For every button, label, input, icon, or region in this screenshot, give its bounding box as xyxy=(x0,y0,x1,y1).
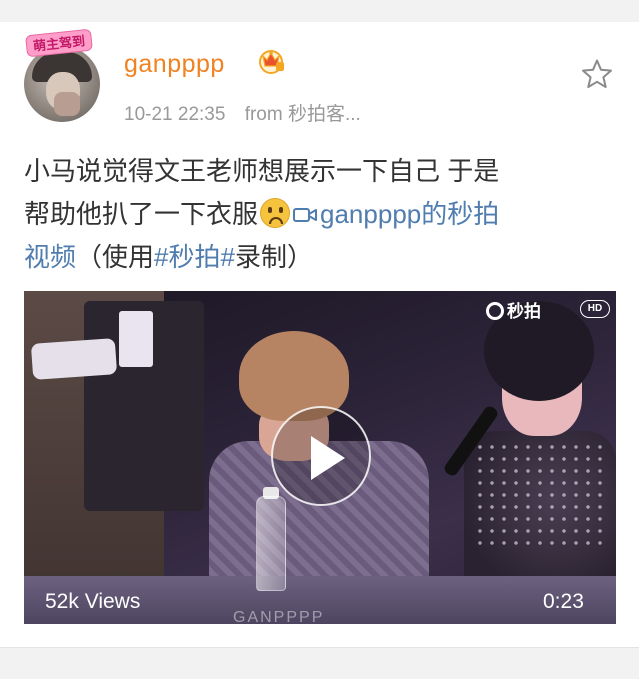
hashtag-link[interactable]: #秒拍# xyxy=(154,242,235,272)
post-text-line2: 帮助他扒了一下衣服 ganpppp的秒拍 xyxy=(24,193,620,236)
video-link-icon xyxy=(293,208,318,222)
vip-crown-icon[interactable] xyxy=(257,46,285,74)
video-player[interactable] xyxy=(24,291,616,624)
hd-badge: HD xyxy=(580,300,610,318)
miaopai-logo-icon xyxy=(486,302,504,320)
post-text-paren-close: 录制） xyxy=(234,242,313,272)
miaopai-logo-text: 秒拍 xyxy=(507,302,541,321)
post-text-line1: 小马说觉得文王老师想展示一下自己 于是 xyxy=(24,156,500,186)
play-button[interactable] xyxy=(271,406,371,506)
video-views: 52k Views xyxy=(45,590,141,613)
post-text: 小马说觉得文王老师想展示一下自己 于是 帮助他扒了一下衣服 ganpppp的秒拍 … xyxy=(24,150,620,279)
emoji-upside-down-face-icon xyxy=(260,198,291,228)
avatar[interactable]: 萌主驾到 xyxy=(24,28,102,130)
avatar-image[interactable] xyxy=(24,46,100,122)
post-source[interactable]: from 秒拍客... xyxy=(245,104,361,125)
video-link-label-continued[interactable]: 视频 xyxy=(24,242,76,272)
video-link[interactable]: ganpppp的秒拍 xyxy=(292,199,499,229)
top-separator xyxy=(0,0,639,22)
miaopai-logo: 秒拍 xyxy=(486,297,541,322)
post-meta: 10-21 22:35 from 秒拍客... xyxy=(124,99,361,126)
video-scene-person xyxy=(464,301,616,601)
username-link[interactable]: ganpppp xyxy=(124,50,225,79)
video-duration: 0:23 xyxy=(543,590,584,613)
bottom-separator xyxy=(0,647,639,679)
video-link-label[interactable]: ganpppp的秒拍 xyxy=(320,199,499,229)
post-text-segment: 帮助他扒了一下衣服 xyxy=(24,199,259,229)
play-icon xyxy=(311,436,345,480)
post-text-paren-open: （使用 xyxy=(76,242,155,272)
post-text-line3: 视频（使用#秒拍#录制） xyxy=(24,236,620,279)
video-watermark: GANPPPP xyxy=(233,609,325,626)
timestamp: 10-21 22:35 xyxy=(124,104,226,125)
star-icon[interactable] xyxy=(580,57,614,91)
